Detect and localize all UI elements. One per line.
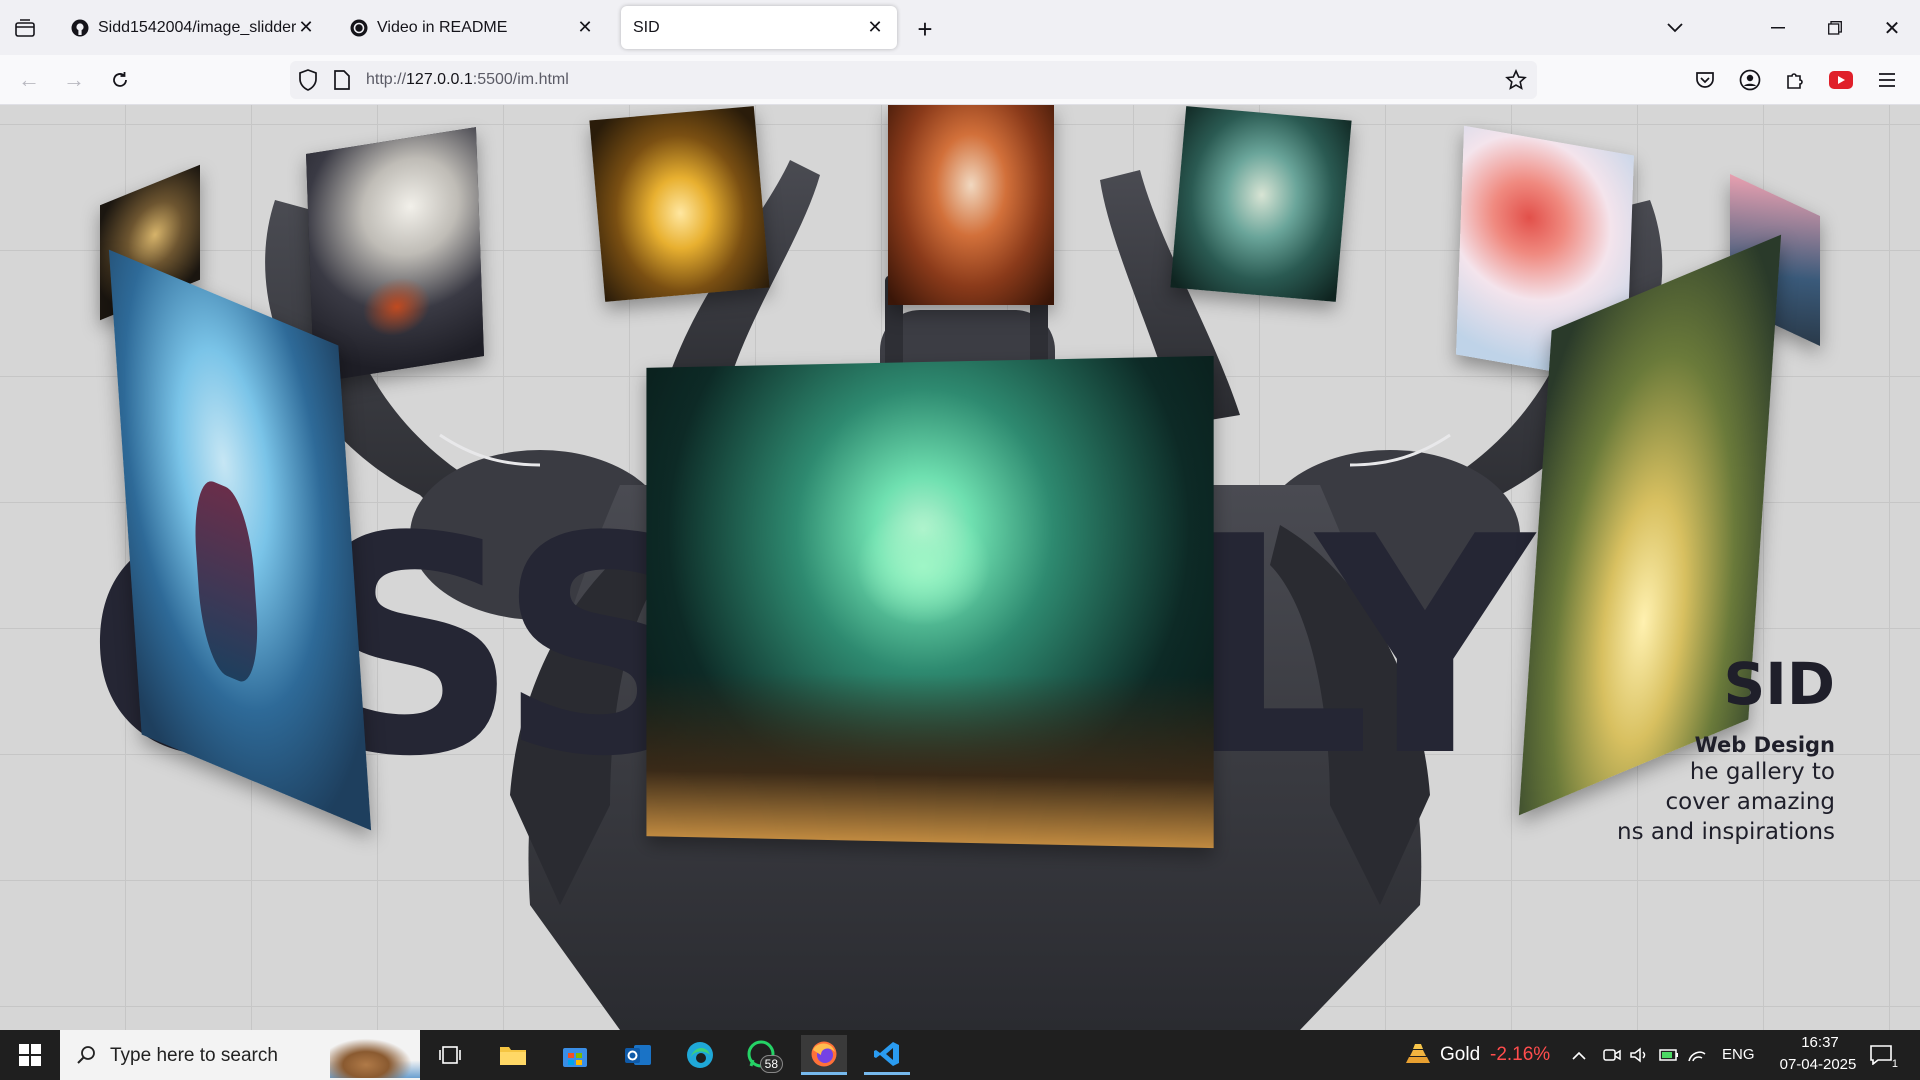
firefox-button[interactable] bbox=[801, 1035, 847, 1075]
tab-list-button[interactable] bbox=[10, 14, 40, 42]
start-button[interactable] bbox=[7, 1035, 53, 1075]
pocket-icon bbox=[1696, 72, 1714, 88]
meet-now-button[interactable] bbox=[1600, 1042, 1624, 1068]
page-icon[interactable] bbox=[334, 70, 350, 95]
vscode-icon bbox=[874, 1041, 899, 1066]
description-line-3: ns and inspirations bbox=[1617, 819, 1835, 845]
reload-icon bbox=[113, 72, 127, 87]
github-icon bbox=[70, 18, 90, 38]
video-camera-icon bbox=[1603, 1049, 1621, 1061]
battery-icon bbox=[1659, 1049, 1678, 1061]
tab-bar: Sidd1542004/image_slidder ✕ Video in REA… bbox=[0, 0, 1920, 55]
whatsapp-button[interactable]: 58 bbox=[739, 1035, 785, 1075]
taskbar-search-box[interactable]: Type here to search bbox=[60, 1030, 420, 1080]
dragon-card-red[interactable] bbox=[888, 105, 1054, 305]
chevron-down-icon bbox=[1667, 23, 1683, 33]
whatsapp-badge: 58 bbox=[759, 1055, 783, 1073]
close-tab-icon[interactable]: ✕ bbox=[865, 17, 885, 38]
restore-button[interactable] bbox=[1815, 10, 1855, 46]
microsoft-store-button[interactable] bbox=[552, 1035, 598, 1075]
language-indicator[interactable]: ENG bbox=[1722, 1046, 1755, 1063]
youtube-icon bbox=[1829, 71, 1853, 89]
store-icon bbox=[563, 1048, 587, 1067]
search-placeholder: Type here to search bbox=[110, 1045, 278, 1066]
close-window-button[interactable]: ✕ bbox=[1872, 10, 1912, 46]
puzzle-icon bbox=[1787, 73, 1803, 89]
battery-button[interactable] bbox=[1657, 1042, 1681, 1068]
url-text: http://127.0.0.1:5500/im.html bbox=[366, 71, 569, 89]
dragon-card-teal[interactable] bbox=[1170, 106, 1352, 302]
outlook-button[interactable] bbox=[615, 1035, 661, 1075]
close-tab-icon[interactable]: ✕ bbox=[575, 17, 595, 38]
action-center-button[interactable]: 1 bbox=[1864, 1040, 1898, 1070]
section-subtitle: Web Design bbox=[1694, 733, 1835, 757]
notification-icon bbox=[1870, 1045, 1892, 1065]
widget-value[interactable]: -2.16% bbox=[1490, 1044, 1550, 1066]
folder-icon bbox=[500, 1047, 526, 1065]
page-viewport: CSS LY SID Web Design he gallery to cove… bbox=[0, 105, 1920, 1030]
tab-title: SID bbox=[633, 18, 660, 36]
tab-title: Sidd1542004/image_slidder bbox=[98, 18, 296, 36]
url-prefix: http:// bbox=[366, 71, 407, 88]
url-rest: :5500/im.html bbox=[472, 71, 569, 88]
clock-time[interactable]: 16:37 bbox=[1790, 1034, 1850, 1051]
hamburger-menu-icon bbox=[1879, 73, 1895, 87]
search-icon bbox=[77, 1046, 95, 1064]
network-button[interactable] bbox=[1685, 1042, 1709, 1068]
description-line-1: he gallery to bbox=[1689, 759, 1835, 785]
restore-icon bbox=[1828, 21, 1842, 35]
extensions-button[interactable] bbox=[1778, 60, 1812, 100]
edge-button[interactable] bbox=[677, 1035, 723, 1075]
weather-widget-icon[interactable] bbox=[1395, 1035, 1441, 1075]
tab-title: Video in README bbox=[377, 18, 508, 36]
vscode-button[interactable] bbox=[864, 1035, 910, 1075]
list-all-tabs-button[interactable] bbox=[1658, 12, 1692, 44]
minimize-icon bbox=[1771, 27, 1785, 29]
url-host: 127.0.0.1 bbox=[406, 71, 473, 88]
task-view-icon bbox=[439, 1046, 461, 1064]
tab-video-readme[interactable]: Video in README ✕ bbox=[337, 6, 607, 49]
clock-date[interactable]: 07-04-2025 bbox=[1768, 1056, 1868, 1073]
chevron-up-icon bbox=[1572, 1051, 1586, 1060]
app-menu-button[interactable] bbox=[1870, 60, 1904, 100]
windows-logo-icon bbox=[19, 1044, 41, 1066]
reload-button[interactable] bbox=[103, 65, 137, 95]
gold-bars-icon bbox=[1406, 1044, 1430, 1063]
close-tab-icon[interactable]: ✕ bbox=[296, 17, 316, 38]
volume-button[interactable] bbox=[1627, 1042, 1651, 1068]
chatgpt-icon bbox=[349, 18, 369, 38]
wifi-icon bbox=[1688, 1051, 1706, 1062]
dragon-card-golden[interactable] bbox=[589, 106, 770, 302]
new-tab-button[interactable]: + bbox=[908, 14, 942, 44]
file-explorer-button[interactable] bbox=[490, 1035, 536, 1075]
firefox-icon bbox=[811, 1041, 837, 1066]
minimize-button[interactable] bbox=[1758, 10, 1798, 46]
bookmark-star-icon[interactable] bbox=[1505, 69, 1527, 96]
description-line-2: cover amazing bbox=[1665, 789, 1835, 815]
notification-count: 1 bbox=[1891, 1058, 1898, 1070]
brand-title: SID bbox=[1723, 650, 1836, 718]
pocket-button[interactable] bbox=[1688, 60, 1722, 100]
windows-taskbar: Type here to search 58 Gold -2.16% ENG 1… bbox=[0, 1030, 1920, 1080]
forward-button[interactable]: → bbox=[57, 65, 91, 95]
dragon-card-jade-main[interactable] bbox=[646, 355, 1214, 849]
edge-icon bbox=[687, 1042, 713, 1068]
back-button[interactable]: ← bbox=[12, 65, 46, 95]
address-bar[interactable]: http://127.0.0.1:5500/im.html bbox=[290, 61, 1537, 99]
speaker-icon bbox=[1630, 1047, 1646, 1063]
outlook-icon bbox=[625, 1045, 651, 1065]
youtube-extension-button[interactable] bbox=[1824, 60, 1858, 100]
account-icon bbox=[1739, 69, 1761, 91]
account-button[interactable] bbox=[1733, 60, 1767, 100]
folder-tabs-icon bbox=[15, 19, 35, 37]
hero-word-right: LY bbox=[1180, 473, 1534, 822]
widget-label[interactable]: Gold bbox=[1440, 1044, 1480, 1066]
task-view-button[interactable] bbox=[427, 1035, 473, 1075]
show-hidden-icons-button[interactable] bbox=[1568, 1042, 1590, 1068]
tab-github[interactable]: Sidd1542004/image_slidder ✕ bbox=[58, 6, 328, 49]
shield-icon[interactable] bbox=[298, 69, 318, 96]
beaver-illustration-icon bbox=[330, 1034, 420, 1078]
tab-sid[interactable]: SID ✕ bbox=[621, 6, 897, 49]
